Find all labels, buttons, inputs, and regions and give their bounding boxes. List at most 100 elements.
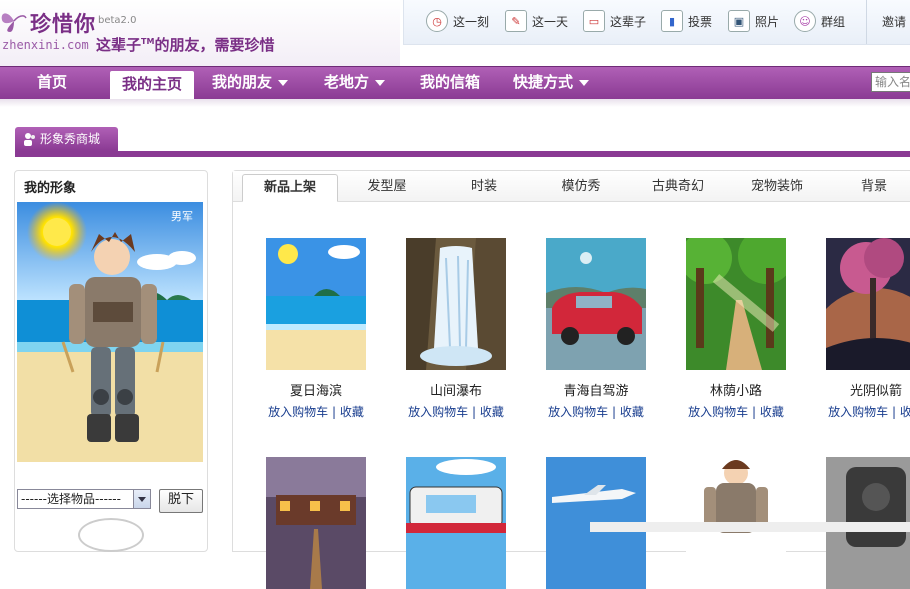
product-links: 放入购物车 | 收藏	[793, 403, 910, 420]
product-thumb-road-trip[interactable]	[546, 238, 646, 370]
chat-bubble-icon: ▭	[583, 10, 605, 32]
topbar-divider	[866, 0, 867, 44]
category-tabs: 新品上架 发型屋 时装 模仿秀 古典奇幻 宠物装饰 背景	[233, 171, 910, 202]
nav-shadow	[0, 99, 910, 107]
link-separator: |	[468, 405, 480, 419]
slogan-post: 的朋友，需要珍惜	[154, 36, 275, 54]
shop-tab-divider	[15, 151, 910, 157]
logo-name: 珍惜你	[30, 12, 96, 36]
logo-area[interactable]: 珍惜你 beta2.0 zhenxini.com 这辈子TM的朋友，需要珍惜	[0, 0, 400, 66]
link-separator: |	[888, 405, 900, 419]
favorite-link[interactable]: 收藏	[480, 405, 504, 419]
main-nav: 首页 我的主页 我的朋友 老地方 我的信箱 快捷方式 输入名	[0, 66, 910, 99]
person-icon	[24, 133, 35, 146]
tab-pet-decor[interactable]: 宠物装饰	[737, 174, 817, 200]
favorite-link[interactable]: 收藏	[620, 405, 644, 419]
favorite-link[interactable]: 收藏	[340, 405, 364, 419]
tab-fashion[interactable]: 时装	[444, 174, 524, 200]
slogan-tm: TM	[141, 37, 155, 46]
top-link-label: 投票	[688, 14, 713, 29]
avatar-scene-image	[17, 202, 203, 462]
butterfly-logo-icon	[1, 13, 27, 32]
tab-background[interactable]: 背景	[834, 174, 910, 200]
my-avatar-panel: 我的形象 男军 ------选择物品------ 脱下	[14, 170, 208, 552]
top-link-label: 照片	[755, 14, 780, 29]
chevron-down-icon	[133, 490, 150, 508]
logo-slogan: 这辈子TM的朋友，需要珍惜	[96, 34, 274, 55]
tab-imitation-show[interactable]: 模仿秀	[541, 174, 621, 200]
nav-my-home[interactable]: 我的主页	[110, 71, 195, 99]
product-thumb-waterfall[interactable]	[406, 238, 506, 370]
jeep-image	[406, 457, 506, 589]
top-link-label: 这一刻	[453, 14, 490, 29]
top-link-label: 群组	[821, 14, 846, 29]
top-link-moment[interactable]: ◷ 这一刻	[426, 10, 489, 32]
sunset-tree-image	[826, 238, 910, 370]
horizontal-scrollbar[interactable]	[590, 522, 910, 532]
product-thumb-jeep[interactable]	[406, 457, 506, 589]
nav-old-place[interactable]: 老地方	[324, 67, 386, 99]
bar-chart-icon: ▮	[661, 10, 683, 32]
add-to-cart-link[interactable]: 放入购物车	[408, 405, 468, 419]
chevron-down-icon	[579, 79, 590, 86]
favorite-link[interactable]: 收藏	[900, 405, 910, 419]
group-icon: ☺	[794, 10, 816, 32]
top-link-groups[interactable]: ☺ 群组	[794, 10, 845, 32]
link-separator: |	[608, 405, 620, 419]
notepad-icon: ✎	[505, 10, 527, 32]
product-thumb-beach[interactable]	[266, 238, 366, 370]
photo-frame-icon: ▣	[728, 10, 750, 32]
product-thumb-night-pier[interactable]	[266, 457, 366, 589]
nav-home[interactable]: 首页	[37, 67, 67, 99]
item-select[interactable]: ------选择物品------	[17, 489, 151, 509]
nav-label: 老地方	[324, 73, 370, 91]
beach-image	[266, 238, 366, 370]
top-link-label: 这一天	[532, 14, 569, 29]
product-thumb-forest-path[interactable]	[686, 238, 786, 370]
chevron-down-icon	[278, 79, 289, 86]
shop-panel: 新品上架 发型屋 时装 模仿秀 古典奇幻 宠物装饰 背景 夏日海滨 放入购物车 …	[232, 170, 910, 589]
product-name: 光阴似箭	[849, 384, 902, 399]
top-link-label: 这辈子	[610, 14, 647, 29]
top-link-vote[interactable]: ▮ 投票	[661, 10, 712, 32]
top-links-bar: ◷ 这一刻 ✎ 这一天 ▭ 这辈子 ▮ 投票 ▣ 照片 ☺ 群组 邀请	[403, 0, 910, 45]
top-link-lifetime[interactable]: ▭ 这辈子	[583, 10, 646, 32]
add-to-cart-link[interactable]: 放入购物车	[688, 405, 748, 419]
tab-classic-fantasy[interactable]: 古典奇幻	[638, 174, 718, 200]
add-to-cart-link[interactable]: 放入购物车	[268, 405, 328, 419]
nav-my-friends[interactable]: 我的朋友	[212, 67, 289, 99]
round-control[interactable]	[78, 518, 144, 552]
red-car-image	[546, 238, 646, 370]
top-link-photos[interactable]: ▣ 照片	[728, 10, 779, 32]
shop-tab-label: 形象秀商城	[40, 132, 101, 146]
nav-shortcuts[interactable]: 快捷方式	[513, 67, 590, 99]
logo-url: zhenxini.com	[2, 38, 89, 52]
link-separator: |	[328, 405, 340, 419]
invite-link[interactable]: 邀请	[882, 10, 906, 32]
nav-label: 快捷方式	[513, 73, 574, 91]
clock-icon: ◷	[426, 10, 448, 32]
tab-hair-salon[interactable]: 发型屋	[347, 174, 427, 200]
night-pier-image	[266, 457, 366, 589]
add-to-cart-link[interactable]: 放入购物车	[548, 405, 608, 419]
avatar-gender-label: 男军	[171, 210, 193, 223]
top-link-day[interactable]: ✎ 这一天	[505, 10, 568, 32]
chevron-down-icon	[375, 79, 386, 86]
avatar-preview: 男军	[17, 202, 203, 462]
tab-new-arrivals[interactable]: 新品上架	[242, 174, 338, 202]
waterfall-image	[406, 238, 506, 370]
nav-mailbox[interactable]: 我的信箱	[420, 67, 480, 99]
favorite-link[interactable]: 收藏	[760, 405, 784, 419]
add-to-cart-link[interactable]: 放入购物车	[828, 405, 888, 419]
nav-label: 我的朋友	[212, 73, 273, 91]
shop-mall-tab[interactable]: 形象秀商城	[15, 127, 118, 151]
product-thumb-time-flies[interactable]	[826, 238, 910, 370]
slogan-pre: 这辈子	[96, 36, 142, 54]
item-select-value: ------选择物品------	[21, 492, 121, 506]
forest-path-image	[686, 238, 786, 370]
undress-button[interactable]: 脱下	[159, 489, 203, 513]
logo-beta: beta2.0	[98, 15, 137, 26]
nav-search-input[interactable]: 输入名	[871, 72, 910, 92]
link-separator: |	[748, 405, 760, 419]
site-header: 珍惜你 beta2.0 zhenxini.com 这辈子TM的朋友，需要珍惜 ◷…	[0, 0, 910, 66]
